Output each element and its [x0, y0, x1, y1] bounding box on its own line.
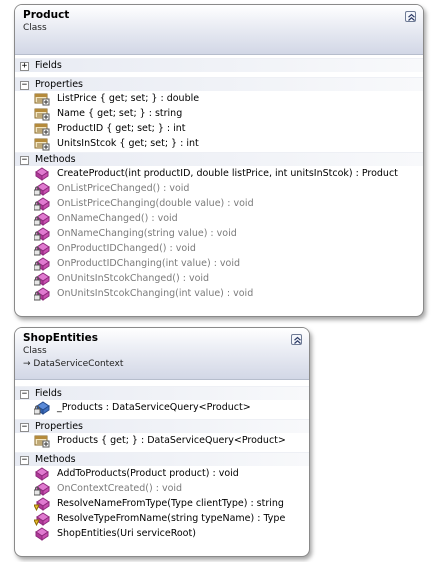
- private-method-icon: [33, 227, 50, 241]
- method-row-text: OnProductIDChanged() : void: [57, 243, 196, 254]
- section-label: Methods: [35, 154, 76, 165]
- collapse-chevron-icon[interactable]: [291, 334, 302, 345]
- property-row-text: ProductID { get; set; } : int: [57, 123, 186, 134]
- method-row-text: ShopEntities(Uri serviceRoot): [57, 528, 196, 539]
- property-icon: [34, 92, 50, 106]
- method-row[interactable]: ResolveTypeFromName(string typeName) : T…: [15, 511, 309, 527]
- section-label: Fields: [35, 388, 62, 399]
- collapse-minus-icon[interactable]: −: [20, 156, 29, 165]
- private-method-icon: [33, 257, 50, 271]
- method-row-text: AddToProducts(Product product) : void: [57, 468, 239, 479]
- properties-section-header[interactable]: − Properties: [15, 77, 423, 91]
- method-row-text: OnContextCreated() : void: [57, 483, 183, 494]
- shopentities-class-header[interactable]: ShopEntities Class → DataServiceContext: [15, 328, 309, 380]
- property-icon: [34, 107, 50, 121]
- properties-list: Products { get; } : DataServiceQuery<Pro…: [15, 433, 309, 448]
- class-kind: Class: [23, 346, 47, 356]
- fields-section-header[interactable]: + Fields: [15, 58, 423, 72]
- property-row[interactable]: ProductID { get; set; } : int: [15, 121, 423, 136]
- public-method-icon: [34, 167, 50, 181]
- method-row[interactable]: CreateProduct(int productID, double list…: [15, 166, 423, 181]
- method-row[interactable]: OnProductIDChanged() : void: [15, 241, 423, 256]
- method-row[interactable]: AddToProducts(Product product) : void: [15, 466, 309, 481]
- method-row[interactable]: OnProductIDChanging(int value) : void: [15, 256, 423, 271]
- expand-plus-icon[interactable]: +: [20, 62, 29, 71]
- public-method-icon: [34, 467, 50, 481]
- class-title: ShopEntities: [23, 332, 99, 344]
- field-row-text: _Products : DataServiceQuery<Product>: [57, 402, 251, 413]
- section-label: Properties: [35, 421, 84, 432]
- private-method-icon: [33, 272, 50, 286]
- method-row-text: OnNameChanged() : void: [57, 213, 178, 224]
- private-method-icon: [33, 242, 50, 256]
- method-row[interactable]: OnContextCreated() : void: [15, 481, 309, 496]
- property-icon: [34, 434, 50, 448]
- collapse-chevron-icon[interactable]: [405, 11, 416, 22]
- property-row[interactable]: Products { get; } : DataServiceQuery<Pro…: [15, 433, 309, 448]
- section-label: Fields: [35, 60, 62, 71]
- collapse-minus-icon[interactable]: −: [20, 456, 29, 465]
- class-kind: Class: [23, 23, 47, 33]
- base-class: → DataServiceContext: [23, 359, 124, 369]
- methods-section-header[interactable]: − Methods: [15, 452, 309, 466]
- property-icon: [34, 122, 50, 136]
- property-row-text: UnitsInStcok { get; set; } : int: [57, 138, 199, 149]
- property-row[interactable]: UnitsInStcok { get; set; } : int: [15, 136, 423, 151]
- method-row[interactable]: OnUnitsInStcokChanged() : void: [15, 271, 423, 286]
- private-method-icon: [33, 197, 50, 211]
- method-row-text: OnProductIDChanging(int value) : void: [57, 258, 241, 269]
- collapse-minus-icon[interactable]: −: [20, 390, 29, 399]
- properties-section-header[interactable]: − Properties: [15, 419, 309, 433]
- protected-method-icon: [33, 497, 50, 512]
- section-label: Methods: [35, 454, 76, 465]
- private-method-icon: [33, 287, 50, 301]
- method-row[interactable]: OnNameChanging(string value) : void: [15, 226, 423, 241]
- method-row[interactable]: ResolveNameFromType(Type clientType) : s…: [15, 496, 309, 512]
- method-row-text: OnListPriceChanged() : void: [57, 183, 190, 194]
- protected-method-icon: [33, 512, 50, 527]
- class-title: Product: [23, 9, 70, 21]
- private-field-icon: [33, 401, 50, 415]
- property-row-text: Name { get; set; } : string: [57, 108, 183, 119]
- method-row[interactable]: OnListPriceChanging(double value) : void: [15, 196, 423, 211]
- collapse-minus-icon[interactable]: −: [20, 423, 29, 432]
- product-class-box[interactable]: Product Class + Fields − Properties List…: [14, 4, 424, 317]
- shopentities-class-box[interactable]: ShopEntities Class → DataServiceContext …: [14, 327, 310, 557]
- method-row-text: CreateProduct(int productID, double list…: [57, 168, 398, 179]
- property-row-text: Products { get; } : DataServiceQuery<Pro…: [57, 435, 286, 446]
- method-row-text: OnListPriceChanging(double value) : void: [57, 198, 254, 209]
- fields-list: _Products : DataServiceQuery<Product>: [15, 400, 309, 415]
- method-row[interactable]: OnNameChanged() : void: [15, 211, 423, 226]
- method-row[interactable]: OnUnitsInStcokChanging(int value) : void: [15, 286, 423, 301]
- private-method-icon: [33, 182, 50, 196]
- properties-list: ListPrice { get; set; } : double Name { g…: [15, 91, 423, 151]
- method-row[interactable]: OnListPriceChanged() : void: [15, 181, 423, 196]
- section-label: Properties: [35, 79, 84, 90]
- methods-list: AddToProducts(Product product) : void OnC…: [15, 466, 309, 541]
- methods-section-header[interactable]: − Methods: [15, 152, 423, 166]
- method-row-text: OnUnitsInStcokChanging(int value) : void: [57, 288, 254, 299]
- public-method-icon: [34, 527, 50, 541]
- method-row-text: ResolveNameFromType(Type clientType) : s…: [57, 498, 284, 509]
- private-method-icon: [33, 482, 50, 496]
- property-row-text: ListPrice { get; set; } : double: [57, 93, 200, 104]
- fields-section-header[interactable]: − Fields: [15, 386, 309, 400]
- product-class-header[interactable]: Product Class: [15, 5, 423, 55]
- private-method-icon: [33, 212, 50, 226]
- method-row[interactable]: ShopEntities(Uri serviceRoot): [15, 526, 309, 541]
- property-row[interactable]: Name { get; set; } : string: [15, 106, 423, 121]
- methods-list: CreateProduct(int productID, double list…: [15, 166, 423, 301]
- method-row-text: ResolveTypeFromName(string typeName) : T…: [57, 513, 286, 524]
- method-row-text: OnNameChanging(string value) : void: [57, 228, 237, 239]
- property-row[interactable]: ListPrice { get; set; } : double: [15, 91, 423, 106]
- collapse-minus-icon[interactable]: −: [20, 81, 29, 90]
- method-row-text: OnUnitsInStcokChanged() : void: [57, 273, 210, 284]
- property-icon: [34, 137, 50, 151]
- field-row[interactable]: _Products : DataServiceQuery<Product>: [15, 400, 309, 415]
